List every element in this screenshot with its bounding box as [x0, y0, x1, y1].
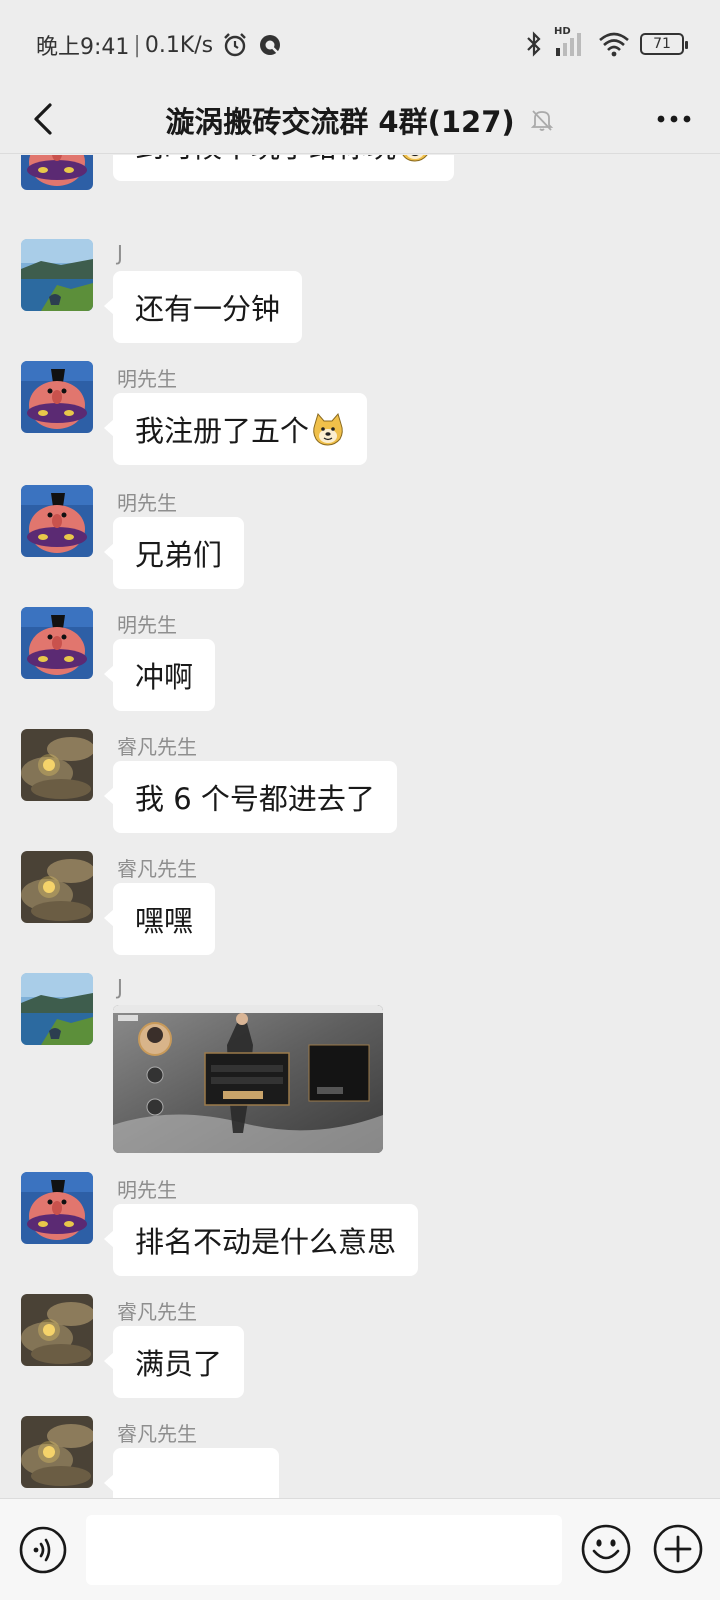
alarm-icon: [224, 33, 246, 57]
status-right: HD 71: [524, 26, 688, 60]
q-app-icon: [260, 35, 281, 55]
message-bubble[interactable]: 我 6 个号都进去了: [104, 761, 397, 833]
moon-avatar[interactable]: [21, 1416, 93, 1488]
message-bubble[interactable]: 排名不动是什么意思: [103, 1204, 419, 1276]
message-item: 明先生 我注册了五个: [0, 361, 720, 471]
chat-title: 漩涡搬砖交流群 4群(127): [165, 105, 515, 139]
message-bubble[interactable]: 冲啊: [103, 639, 216, 711]
plus-icon: [653, 1524, 703, 1574]
battery-level: 71: [653, 36, 671, 52]
bluetooth-icon: [527, 31, 541, 57]
message-item: J: [0, 973, 720, 1158]
chat-message-list[interactable]: 到时候不玩了给你玩 J 还有一分钟 明先生 我注册了五个 明先生 兄弟们 明先生…: [0, 155, 720, 1498]
message-item: 睿凡先生: [0, 1416, 720, 1498]
more-button[interactable]: [646, 94, 702, 144]
signal-icon: HD: [554, 26, 588, 58]
voice-icon: [19, 1526, 67, 1574]
message-text: 到时候不玩了给你玩: [135, 155, 396, 166]
sender-name: 睿凡先生: [117, 857, 197, 881]
message-item: 睿凡先生 满员了: [0, 1294, 720, 1404]
message-item: 明先生 排名不动是什么意思: [0, 1172, 720, 1282]
message-text: 排名不动是什么意思: [135, 1225, 397, 1259]
sender-name: J: [117, 241, 123, 265]
message-bubble[interactable]: 兄弟们: [103, 517, 245, 589]
battery-icon: 71: [640, 33, 688, 55]
message-item: 明先生 冲啊: [0, 607, 720, 717]
sender-name: 睿凡先生: [117, 735, 197, 759]
emoji-button[interactable]: [580, 1523, 632, 1575]
cartoon-avatar[interactable]: [21, 361, 93, 433]
message-item: 明先生 兄弟们: [0, 485, 720, 595]
message-text: 满员了: [135, 1347, 223, 1381]
moon-avatar[interactable]: [21, 1294, 93, 1366]
chat-header: 漩涡搬砖交流群 4群(127): [0, 86, 720, 154]
message-text: 嘿嘿: [135, 904, 194, 938]
message-text: 冲啊: [135, 660, 194, 694]
message-item: J 还有一分钟: [0, 239, 720, 349]
landscape-avatar[interactable]: [21, 239, 93, 311]
input-bar: [0, 1498, 720, 1600]
message-bubble[interactable]: [104, 1448, 279, 1498]
message-bubble[interactable]: 我注册了五个: [103, 393, 368, 465]
landscape-avatar[interactable]: [21, 973, 93, 1045]
network-speed: 0.1K/s: [144, 32, 214, 58]
cartoon-avatar[interactable]: [21, 485, 93, 557]
game-screenshot-image: [113, 1005, 383, 1153]
status-separator: |: [133, 32, 141, 58]
message-item: 睿凡先生 我 6 个号都进去了: [0, 729, 720, 839]
message-text: 兄弟们: [135, 538, 223, 572]
game-screenshot[interactable]: [113, 1005, 383, 1153]
message-bubble[interactable]: 还有一分钟: [103, 271, 303, 343]
sender-name: J: [117, 975, 123, 999]
message-text: 我 6 个号都进去了: [135, 782, 375, 816]
message-input[interactable]: [86, 1515, 562, 1585]
cartoon-avatar[interactable]: [21, 1172, 93, 1244]
voice-button[interactable]: [18, 1525, 68, 1575]
doge-emoji: [311, 412, 345, 446]
doge-emoji: [398, 155, 432, 162]
sender-name: 明先生: [117, 367, 177, 391]
back-arrow-icon: [34, 103, 52, 135]
message-item: 到时候不玩了给你玩: [0, 155, 720, 218]
title-wrap: 漩涡搬砖交流群 4群(127): [0, 86, 720, 154]
message-bubble[interactable]: 到时候不玩了给你玩: [113, 155, 455, 181]
sender-name: 明先生: [117, 491, 177, 515]
message-text: 我注册了五个: [135, 414, 310, 448]
status-bar: 晚上9:41 | 0.1K/s HD 71: [0, 0, 720, 86]
message-item: 睿凡先生 嘿嘿: [0, 851, 720, 961]
more-functions-button[interactable]: [652, 1523, 704, 1575]
emoji-icon: [581, 1524, 631, 1574]
back-button[interactable]: [18, 94, 68, 144]
status-time: 晚上9:41: [36, 35, 130, 60]
status-left: 晚上9:41 | 0.1K/s: [36, 30, 283, 60]
message-text: 还有一分钟: [135, 292, 281, 326]
cartoon-avatar[interactable]: [21, 607, 93, 679]
sender-name: 睿凡先生: [117, 1422, 197, 1446]
moon-avatar[interactable]: [21, 729, 93, 801]
more-dots-icon: [657, 115, 691, 123]
wifi-icon: [599, 32, 629, 57]
sender-name: 明先生: [117, 1178, 177, 1202]
message-bubble[interactable]: 满员了: [103, 1326, 245, 1398]
moon-avatar[interactable]: [21, 851, 93, 923]
mute-bell-icon: [530, 110, 553, 131]
message-bubble[interactable]: 嘿嘿: [103, 883, 216, 955]
cartoon-avatar[interactable]: [21, 155, 93, 190]
sender-name: 睿凡先生: [117, 1300, 197, 1324]
sender-name: 明先生: [117, 613, 177, 637]
